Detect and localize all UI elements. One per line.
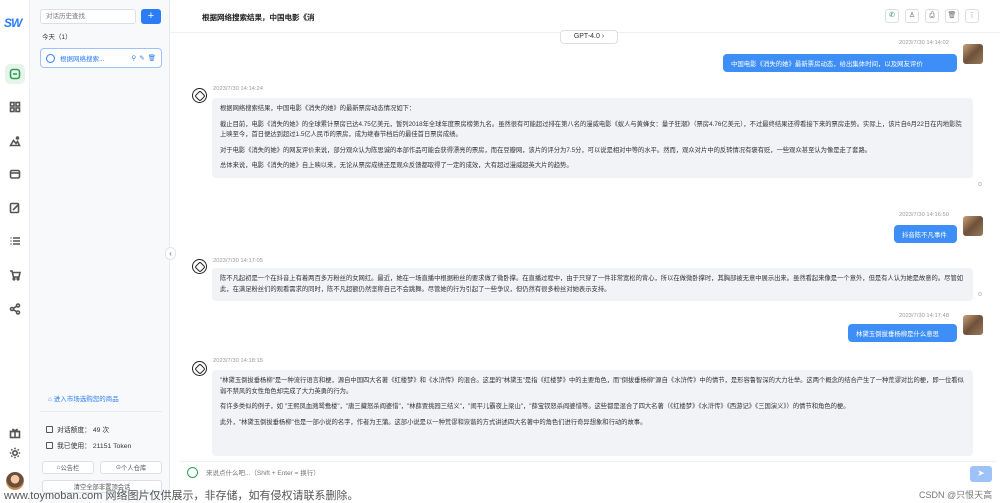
collapse-panel-button[interactable]: ‹ xyxy=(165,247,176,260)
quota-stat: 对话额度： 49 次 xyxy=(46,424,109,434)
edit-icon[interactable] xyxy=(5,198,25,218)
message-paragraph: 根据网络搜索结果，中国电影《消失的她》的最新票房动态情况如下： xyxy=(220,105,416,112)
user-message: 抖音陈不凡事件 xyxy=(894,225,957,243)
history-item[interactable]: 根据网络搜索... ⚲ ✎ 🗑 xyxy=(40,48,162,68)
message-paragraph: 总体来说，电影《消失的她》自上映以来，无论从票房成绩还是观众反馈都取得了一定的成… xyxy=(220,162,573,169)
message-timestamp: 2023/7/30 14:16:50 xyxy=(899,212,949,218)
message-timestamp: 2023/7/30 14:14:02 xyxy=(899,40,949,46)
profile-button[interactable]: ⊙ 个人仓库 xyxy=(100,461,162,474)
whatsapp-icon[interactable]: ✆ xyxy=(885,9,899,23)
message-input[interactable] xyxy=(200,462,960,484)
gift-icon[interactable] xyxy=(5,423,25,443)
credit: CSDN @只恨天高 xyxy=(919,490,993,500)
message-timestamp: 2023/7/30 14:17:05 xyxy=(213,258,263,264)
message-paragraph: "林黛玉倒拔垂杨柳"是一种流行语言和梗，源自中国四大名著《红楼梦》和《水浒传》的… xyxy=(220,377,964,395)
delete-icon[interactable]: 🗑 xyxy=(148,54,156,62)
message-timestamp: 2023/7/30 14:14:24 xyxy=(213,86,263,92)
chat-title: 根据网络搜索结果，中国电影《消 xyxy=(202,13,315,22)
message-paragraph: 有许多类似的例子，如 "王熙凤血溅鸳鸯楼"，"唐三藏怒杀阎婆惜"，"林薛贾挑园三… xyxy=(220,403,850,410)
gpt-avatar-icon xyxy=(192,259,207,274)
edit-icon[interactable]: ✎ xyxy=(139,54,144,62)
message-paragraph: 陈不凡起初是一个在抖音上有着两百多万粉丝的女网红。最近，她在一场直播中根据粉丝的… xyxy=(220,275,964,293)
gpt-avatar-icon xyxy=(192,361,207,376)
assistant-message: 根据网络搜索结果，中国电影《消失的她》的最新票房动态情况如下： 截止目前，电影《… xyxy=(212,98,973,178)
assistant-message: "林黛玉倒拔垂杨柳"是一种流行语言和梗，源自中国四大名著《红楼梦》和《水浒传》的… xyxy=(212,370,973,456)
usage-icon xyxy=(46,441,53,449)
message-timestamp: 2023/7/30 14:17:48 xyxy=(899,313,949,319)
add-chat-button[interactable]: + xyxy=(141,9,161,24)
app-logo[interactable]: SW xyxy=(4,16,26,32)
user-avatar xyxy=(963,44,983,64)
cart-icon[interactable] xyxy=(5,265,25,285)
search-input[interactable] xyxy=(40,9,136,24)
history-group-label: 今天（1） xyxy=(42,34,72,41)
assistant-message: 陈不凡起初是一个在抖音上有着两百多万粉丝的女网红。最近，她在一场直播中根据粉丝的… xyxy=(212,268,973,301)
pin-icon[interactable]: ⚲ xyxy=(132,54,137,62)
gpt-avatar-icon xyxy=(192,88,207,103)
usage-stat: 我已使用： 21151 Token xyxy=(46,440,131,450)
message-paragraph: 对于电影《消失的她》的网友评价来说，部分观众认为陈思诚的本部作品可能会获得漂亮的… xyxy=(220,146,872,154)
download-icon[interactable]: ⎙ xyxy=(925,9,939,23)
chat-header: 根据网络搜索结果，中国电影《消 ✆ ♙ ⎙ 🗑 ⋮ xyxy=(170,0,1000,33)
history-item-title: 根据网络搜索... xyxy=(60,56,105,63)
message-paragraph: 截止目前，电影《消失的她》的全球累计票房已达4.75亿美元，暂列2018年全球年… xyxy=(220,120,962,139)
icon-rail: SW xyxy=(0,0,30,503)
mask-icon[interactable]: ♙ xyxy=(905,9,919,23)
image-icon[interactable] xyxy=(5,131,25,151)
history-panel: + 今天（1） 根据网络搜索... ⚲ ✎ 🗑 ⌂ 进入市场选购您的商品 对话额… xyxy=(30,0,170,503)
apps-icon[interactable] xyxy=(5,97,25,117)
quota-icon xyxy=(46,425,53,433)
chat-icon[interactable] xyxy=(5,64,25,84)
divider xyxy=(40,411,162,412)
send-button[interactable]: ➤ xyxy=(970,466,992,482)
share-icon[interactable] xyxy=(5,299,25,319)
user-avatar xyxy=(963,315,983,335)
notice-button[interactable]: ⌂ 公告栏 xyxy=(42,461,94,474)
emoji-icon[interactable] xyxy=(187,467,198,478)
trash-icon[interactable]: 🗑 xyxy=(945,9,959,23)
input-bar xyxy=(180,462,996,484)
user-message: 中国电影《消失的她》最新票房动态，给出集体时间，以及网友评价 xyxy=(723,54,957,72)
message-menu-icon[interactable] xyxy=(978,182,982,186)
message-paragraph: 此外，"林黛玉倒拔垂杨柳"也是一部小说的名字，作者为王蒲。这部小说是以一种荒谬和… xyxy=(220,418,647,426)
watermark: www.toymoban.com 网络图片仅供展示，非存储，如有侵权请联系删除。 xyxy=(4,490,359,502)
market-link[interactable]: ⌂ 进入市场选购您的商品 xyxy=(48,393,119,403)
sun-icon[interactable] xyxy=(5,443,25,463)
list-icon[interactable] xyxy=(5,231,25,251)
history-search: + xyxy=(40,9,166,24)
more-icon[interactable]: ⋮ xyxy=(965,9,979,23)
user-avatar xyxy=(963,216,983,236)
box-icon[interactable] xyxy=(5,164,25,184)
message-menu-icon[interactable] xyxy=(978,292,982,296)
model-selector[interactable]: GPT-4.0 › xyxy=(560,30,618,44)
user-message: 林黛玉倒拔垂杨柳是什么意思 xyxy=(848,324,957,342)
chat-bubble-icon xyxy=(46,53,55,63)
message-timestamp: 2023/7/30 14:18:15 xyxy=(213,358,263,364)
